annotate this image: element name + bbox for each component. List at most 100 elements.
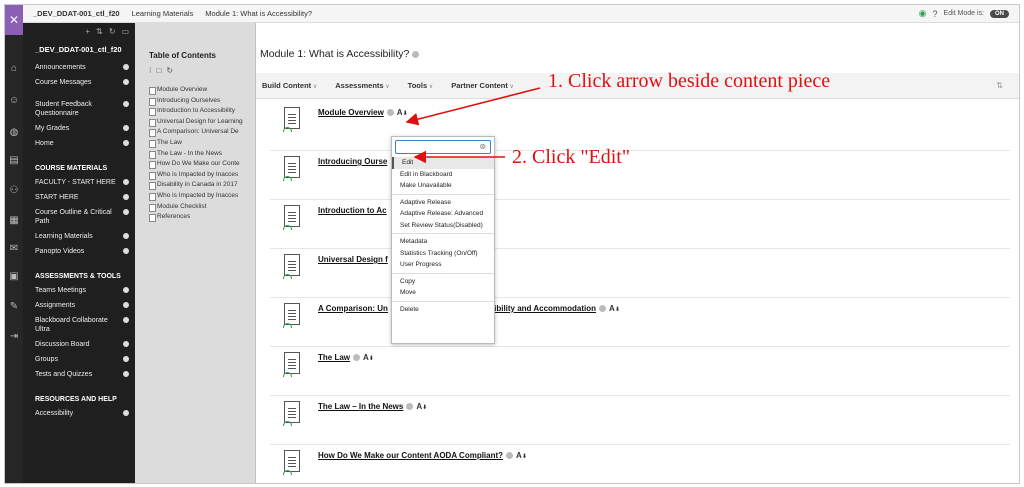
menu-item-options-icon[interactable] [123, 410, 129, 416]
menu-item-home[interactable]: Home [23, 136, 135, 151]
student-preview-icon[interactable]: ◉ [919, 8, 927, 19]
edit-mode-toggle[interactable]: ON [990, 9, 1009, 18]
ally-accessibility-icon[interactable]: A [609, 304, 620, 313]
institution-icon[interactable]: ⌂ [8, 63, 20, 75]
content-item-title[interactable]: The Law – In the News A [318, 402, 427, 411]
menu-item-options-icon[interactable] [123, 371, 129, 377]
assessments-button[interactable]: Assessments [335, 81, 389, 90]
menu-edit[interactable]: Edit [392, 157, 494, 169]
breadcrumb-module[interactable]: Module 1: What is Accessibility? [205, 9, 312, 18]
toc-item[interactable]: A Comparison: Universal De [149, 127, 255, 138]
menu-item-faculty-start[interactable]: FACULTY - START HERE [23, 175, 135, 190]
menu-item-options-icon[interactable] [123, 356, 129, 362]
breadcrumb-learning-materials[interactable]: Learning Materials [132, 9, 194, 18]
menu-item-options-icon[interactable] [123, 194, 129, 200]
menu-user-progress[interactable]: User Progress [392, 259, 494, 271]
menu-adaptive-release-advanced[interactable]: Adaptive Release: Advanced [392, 208, 494, 220]
toc-item[interactable]: Disability in Canada in 2017 [149, 180, 255, 191]
reorder-content-icon[interactable]: ⇅ [996, 81, 1003, 90]
menu-item-course-messages[interactable]: Course Messages [23, 75, 135, 90]
toc-item[interactable]: How Do We Make our Conte [149, 159, 255, 170]
menu-item-teams[interactable]: Teams Meetings [23, 283, 135, 298]
toc-item[interactable]: References [149, 212, 255, 223]
section-resources-help[interactable]: RESOURCES AND HELP [23, 382, 135, 406]
menu-item-collaborate[interactable]: Blackboard Collaborate Ultra [23, 313, 135, 337]
menu-adaptive-release[interactable]: Adaptive Release [392, 197, 494, 209]
profile-icon[interactable]: ☺ [8, 95, 20, 107]
build-content-button[interactable]: Build Content [262, 81, 317, 90]
menu-item-options-icon[interactable] [123, 302, 129, 308]
grades-icon[interactable]: ▣ [8, 271, 20, 283]
tools-button[interactable]: Tools [408, 81, 434, 90]
reorder-icon[interactable]: ⇅ [96, 27, 103, 37]
help-icon[interactable]: ? [933, 9, 938, 19]
menu-item-options-icon[interactable] [123, 140, 129, 146]
menu-set-review-status[interactable]: Set Review Status(Disabled) [392, 220, 494, 232]
menu-item-my-grades[interactable]: My Grades [23, 121, 135, 136]
content-item-title[interactable]: Introducing Ourse [318, 157, 387, 166]
ally-accessibility-icon[interactable]: A [416, 402, 427, 411]
menu-item-assignments[interactable]: Assignments [23, 298, 135, 313]
ally-accessibility-icon[interactable]: A [397, 108, 408, 117]
item-options-arrow-icon[interactable] [406, 403, 414, 410]
tools-icon[interactable]: ✎ [8, 301, 20, 313]
menu-item-options-icon[interactable] [123, 64, 129, 70]
refresh-icon[interactable]: ↻ [109, 27, 116, 37]
courses-icon[interactable]: ▤ [8, 155, 20, 167]
content-item-title[interactable]: The Law A [318, 353, 374, 362]
menu-item-options-icon[interactable] [123, 79, 129, 85]
menu-move[interactable]: Move [392, 287, 494, 299]
collapse-icon[interactable]: ▭ [121, 27, 129, 37]
globe-icon[interactable]: ◍ [8, 127, 20, 139]
menu-item-options-icon[interactable] [123, 209, 129, 215]
page-options-icon[interactable] [412, 51, 420, 58]
item-options-arrow-icon[interactable] [599, 305, 607, 312]
menu-item-options-icon[interactable] [123, 317, 129, 323]
context-menu-search-input[interactable]: ⊗ [395, 140, 491, 154]
menu-metadata[interactable]: Metadata [392, 236, 494, 248]
menu-item-options-icon[interactable] [123, 248, 129, 254]
toc-item[interactable]: Who is Impacted by Inacces [149, 191, 255, 202]
item-options-arrow-icon[interactable] [386, 109, 394, 116]
toc-item[interactable]: Introduction to Accessibility [149, 106, 255, 117]
partner-content-button[interactable]: Partner Content [451, 81, 514, 90]
menu-item-announcements[interactable]: Announcements [23, 60, 135, 75]
toc-item[interactable]: The Law [149, 138, 255, 149]
sign-out-icon[interactable]: ⇥ [8, 331, 20, 343]
menu-item-options-icon[interactable] [123, 287, 129, 293]
messages-icon[interactable]: ✉ [8, 243, 20, 255]
menu-statistics-tracking[interactable]: Statistics Tracking (On/Off) [392, 248, 494, 260]
menu-item-options-icon[interactable] [123, 341, 129, 347]
menu-item-groups[interactable]: Groups [23, 352, 135, 367]
menu-item-options-icon[interactable] [123, 101, 129, 107]
menu-item-start-here[interactable]: START HERE [23, 190, 135, 205]
menu-item-panopto[interactable]: Panopto Videos [23, 244, 135, 259]
add-menu-item-icon[interactable]: + [85, 27, 90, 37]
close-icon[interactable]: ✕ [5, 5, 23, 35]
organizations-icon[interactable]: ⚇ [8, 185, 20, 197]
menu-make-unavailable[interactable]: Make Unavailable [392, 180, 494, 192]
toc-item[interactable]: The Law - In the News [149, 149, 255, 160]
menu-item-options-icon[interactable] [123, 233, 129, 239]
course-title[interactable]: _DEV_DDAT-001_ctl_f20 [23, 41, 135, 60]
content-item-title[interactable]: How Do We Make our Content AODA Complian… [318, 451, 527, 460]
menu-item-tests[interactable]: Tests and Quizzes [23, 367, 135, 382]
calendar-icon[interactable]: ▦ [8, 215, 20, 227]
toc-item[interactable]: Who is Impacted by Inacces [149, 170, 255, 181]
clear-icon[interactable]: ⊗ [479, 142, 486, 151]
ally-accessibility-icon[interactable]: A [516, 451, 527, 460]
menu-item-student-feedback[interactable]: Student Feedback Questionnaire [23, 90, 135, 121]
menu-delete[interactable]: Delete [392, 304, 494, 316]
breadcrumb-course[interactable]: _DEV_DDAT-001_ctl_f20 [33, 9, 120, 18]
content-item-title[interactable]: Module Overview A [318, 108, 408, 117]
ally-accessibility-icon[interactable]: A [363, 353, 374, 362]
toc-expand-icon[interactable]: ⁝ [149, 66, 152, 75]
menu-item-course-outline[interactable]: Course Outline & Critical Path [23, 205, 135, 229]
menu-item-discussion[interactable]: Discussion Board [23, 337, 135, 352]
toc-refresh-icon[interactable]: ↻ [166, 66, 173, 75]
menu-edit-in-blackboard[interactable]: Edit in Blackboard [392, 169, 494, 181]
menu-item-learning-materials[interactable]: Learning Materials [23, 229, 135, 244]
section-course-materials[interactable]: COURSE MATERIALS [23, 151, 135, 175]
toc-item[interactable]: Module Overview [149, 85, 255, 96]
toc-item[interactable]: Introducing Ourselves [149, 96, 255, 107]
